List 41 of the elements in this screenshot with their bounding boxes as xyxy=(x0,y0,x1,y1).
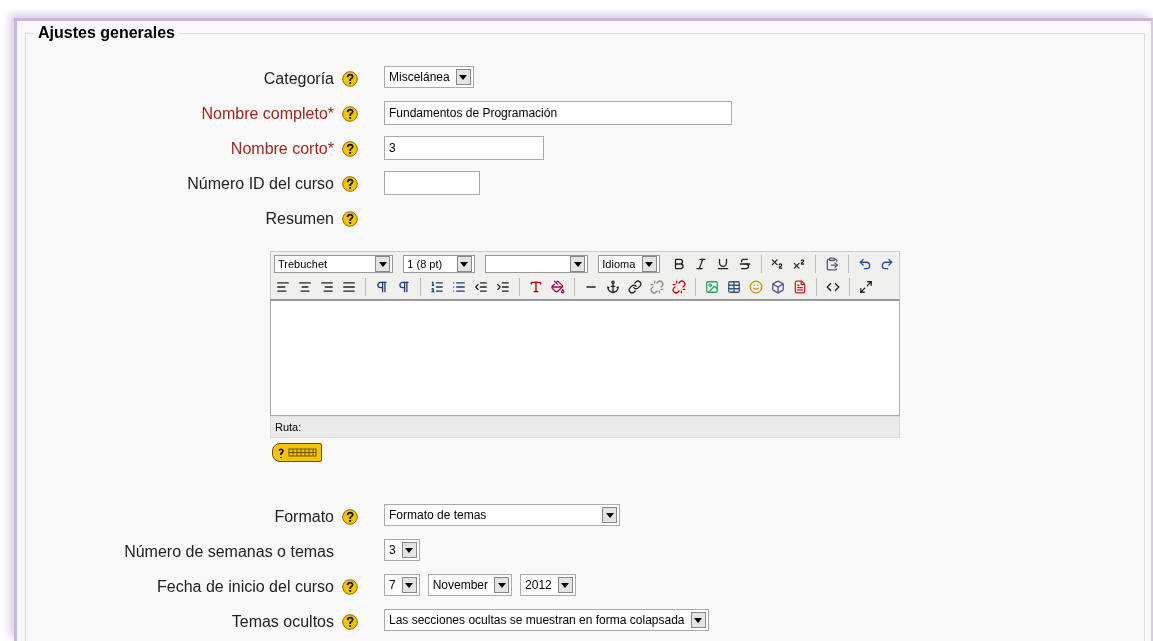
fullscreen-icon[interactable] xyxy=(857,278,875,296)
help-icon[interactable] xyxy=(342,211,358,227)
text-field[interactable]: Fundamentos de Programación xyxy=(384,101,732,125)
language-dropdown[interactable]: Idioma xyxy=(598,255,660,273)
help-icon[interactable] xyxy=(342,176,358,192)
cube-icon[interactable] xyxy=(769,278,787,296)
field-label: Formato xyxy=(274,508,334,526)
help-icon[interactable] xyxy=(342,71,358,87)
help-icon[interactable] xyxy=(342,509,358,525)
field-label: Nombre corto* xyxy=(230,140,334,158)
year-dropdown[interactable]: 2012 xyxy=(520,574,576,596)
dropdown[interactable]: 3 xyxy=(384,539,420,561)
day-dropdown[interactable]: 7 xyxy=(384,574,420,596)
text-field[interactable]: 3 xyxy=(384,136,544,160)
dropdown[interactable]: Miscelánea xyxy=(384,66,474,88)
field-label: Resumen xyxy=(265,210,334,228)
section-title: Ajustes generales xyxy=(34,24,179,42)
anchor-icon[interactable] xyxy=(604,278,622,296)
help-icon[interactable] xyxy=(342,141,358,157)
size-dropdown[interactable]: 1 (8 pt) xyxy=(403,255,475,273)
path-label: Ruta: xyxy=(275,421,302,433)
field-label: Fecha de inicio del curso xyxy=(157,578,334,596)
background-color-icon[interactable] xyxy=(549,278,567,296)
field-label: Número de semanas o temas xyxy=(124,543,334,561)
table-icon[interactable] xyxy=(725,278,743,296)
field-label: Nombre completo* xyxy=(201,105,334,123)
keyboard-help-icon[interactable] xyxy=(272,443,322,462)
help-icon[interactable] xyxy=(342,106,358,122)
help-icon[interactable] xyxy=(342,579,358,595)
dropdown[interactable]: Las secciones ocultas se muestran en forma colapsada xyxy=(384,609,709,631)
text-field[interactable] xyxy=(384,171,480,195)
field-label: Categoría xyxy=(263,70,334,88)
help-icon[interactable] xyxy=(342,614,358,630)
style-dropdown[interactable] xyxy=(484,255,589,273)
month-dropdown[interactable]: November xyxy=(427,574,513,596)
font-dropdown[interactable]: Trebuchet xyxy=(274,255,394,273)
dropdown[interactable]: Formato de temas xyxy=(384,504,620,526)
field-label: Número ID del curso xyxy=(187,175,334,193)
nolink-icon[interactable] xyxy=(670,278,688,296)
link-icon[interactable] xyxy=(626,278,644,296)
field-label: Temas ocultos xyxy=(231,613,334,631)
